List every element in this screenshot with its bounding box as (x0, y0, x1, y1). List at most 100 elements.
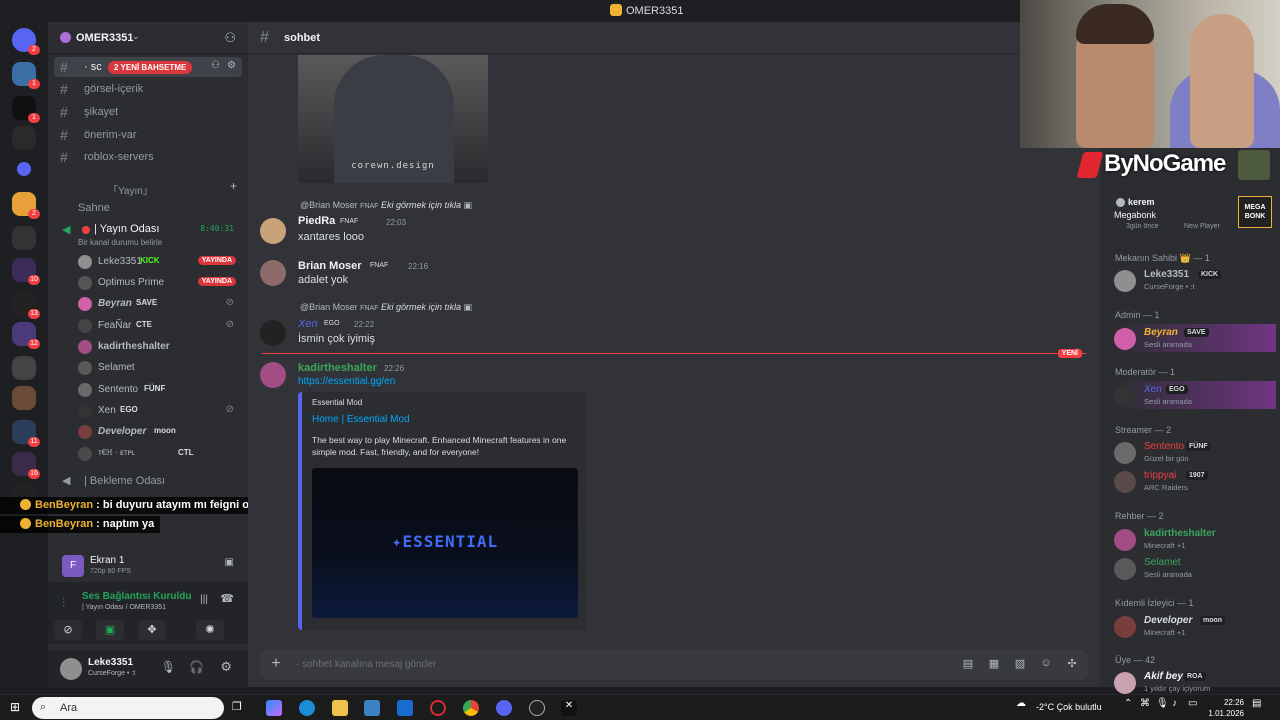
notification-icon[interactable]: ▤ (1252, 698, 1261, 709)
capcut-icon[interactable]: ✕ (561, 700, 577, 716)
voice-member[interactable]: ᴛ€ℍ · ᴇᴛᴘʟ CTL (78, 444, 242, 464)
battery-icon[interactable]: ▭ (1188, 698, 1197, 709)
member-item[interactable]: kerem Megabonk 3gün önce New Player MEGA… (1114, 194, 1276, 230)
server-icon[interactable] (12, 356, 36, 380)
noise-suppression-icon[interactable]: ||| (200, 594, 208, 605)
voice-member[interactable]: Optimus Prime YAYINDA (78, 273, 242, 293)
server-icon[interactable] (12, 126, 36, 150)
taskbar-search[interactable]: ⌕ Ara (32, 697, 224, 719)
folder-icon[interactable] (17, 162, 31, 176)
voice-category-label[interactable]: 「Yayın」 (108, 182, 153, 197)
add-channel-icon[interactable]: + (230, 179, 237, 193)
volume-icon[interactable]: ♪ (1172, 698, 1177, 709)
voice-member[interactable]: Developer moon (78, 422, 242, 442)
server-icon[interactable]: 10 (12, 258, 40, 285)
guild-header[interactable]: OMER3351 ⌄ ⚇ (48, 22, 248, 54)
voice-member[interactable]: Sentento FÜNF (78, 380, 242, 400)
mail-icon[interactable] (397, 700, 413, 716)
avatar[interactable] (260, 362, 286, 388)
gear-icon[interactable]: ⚙ (227, 60, 236, 71)
new-mentions-pill[interactable]: 2 YENİ BAHSETME (108, 61, 193, 74)
message-link[interactable]: https://essential.gg/en (298, 376, 395, 387)
embed-title[interactable]: Home | Essential Mod (312, 414, 410, 425)
invite-icon[interactable]: ⚇ (211, 60, 220, 71)
avatar[interactable] (60, 658, 82, 680)
edge-icon[interactable] (299, 700, 315, 716)
channel-onerim-var[interactable]: # önerim-var (54, 125, 242, 145)
disconnect-icon[interactable]: ☎ (220, 592, 234, 605)
stage-channel[interactable]: Sahne (78, 202, 110, 214)
channel-gorsel-icerik[interactable]: # görsel-içerik (54, 79, 242, 99)
avatar[interactable] (260, 320, 286, 346)
channel-sikayet[interactable]: # şikayet (54, 102, 242, 122)
gift-icon[interactable]: ▤ (960, 657, 976, 673)
discord-icon[interactable] (496, 700, 512, 716)
add-member-icon[interactable]: ⚇ (224, 30, 236, 46)
chevron-up-icon[interactable]: ⌃ (1124, 698, 1132, 709)
attached-image[interactable]: corewn.design (298, 55, 488, 183)
server-icon[interactable]: 12 (12, 322, 40, 349)
avatar[interactable] (260, 260, 286, 286)
voice-member[interactable]: Selamet (78, 358, 242, 378)
member-item[interactable]: Akif bey ROA 1 yıldır çay içiyorum (1114, 668, 1276, 696)
emoji-icon[interactable]: ☺ (1038, 657, 1054, 673)
network-icon[interactable]: ⌘ (1140, 698, 1150, 709)
voice-status-text[interactable]: Bir kanal durumu belirle (78, 238, 162, 247)
signal-icon[interactable]: ⫶ (62, 596, 65, 611)
taskbar-clock[interactable]: 22:26 1.01.2026 (1208, 697, 1244, 719)
member-item[interactable]: Sentento FÜNF Güzel bir gün (1114, 438, 1276, 466)
voice-member[interactable]: kadirtheshalter (78, 337, 242, 357)
weather-text[interactable]: -2°C Çok bulutlu (1036, 702, 1102, 712)
voice-connected-sub[interactable]: | Yayın Odası / OMER3351 (82, 604, 166, 611)
message-composer[interactable]: + · sohbet kanalına mesaj gönder ▤ ▦ ▧ ☺… (260, 650, 1088, 680)
stream-panel[interactable]: F Ekran 1 720p 60 FPS ▣ (48, 547, 248, 577)
screen-share-icon[interactable]: ▣ (225, 557, 234, 568)
member-item[interactable]: Developer moon Minecraft +1 (1114, 612, 1276, 640)
microphone-icon[interactable]: 🎙 (161, 660, 176, 674)
windows-start-icon[interactable]: ⊞ (10, 700, 24, 714)
avatar[interactable] (260, 218, 286, 244)
reply-context[interactable]: @Brian Moser FNAF Eki görmek için tıkla … (300, 200, 472, 211)
server-icon[interactable]: 1 (12, 62, 40, 89)
message-author[interactable]: PiedRa (298, 215, 335, 227)
member-item[interactable]: Beyran SAVE Sesli aramada (1114, 324, 1276, 352)
embed-provider[interactable]: Essential Mod (312, 398, 362, 407)
voice-channel-yayin[interactable]: ◀ | Yayın Odası 8:40:31 (54, 220, 242, 240)
obs-icon[interactable] (529, 700, 545, 716)
microphone-icon[interactable]: 🎙 (1156, 698, 1169, 709)
server-icon[interactable]: 11 (12, 420, 40, 447)
copilot-icon[interactable] (266, 700, 282, 716)
gif-icon[interactable]: ▦ (986, 657, 1002, 673)
task-view-icon[interactable]: ❐ (232, 700, 248, 716)
server-icon[interactable]: 13 (12, 292, 40, 319)
screen-share-icon[interactable]: ▣ (96, 620, 124, 640)
soundboard-icon[interactable]: ✺ (196, 620, 224, 640)
gear-icon[interactable]: ⚙ (220, 659, 232, 675)
voice-member[interactable]: Xen EGO ⊘ (78, 401, 242, 421)
apps-icon[interactable]: ✣ (1064, 657, 1080, 673)
server-icon[interactable] (12, 226, 36, 250)
member-item[interactable]: kadirtheshalter Minecraft +1 (1114, 525, 1276, 553)
voice-member[interactable]: Beyran SAVE ⊘ (78, 294, 242, 314)
opera-icon[interactable] (430, 700, 446, 716)
activities-icon[interactable]: ✥ (138, 620, 166, 640)
voice-member[interactable]: FeaÑar CTE ⊘ (78, 316, 242, 336)
server-icon[interactable]: 16 (12, 452, 40, 479)
sticker-icon[interactable]: ▧ (1012, 657, 1028, 673)
embed-image[interactable]: ✦ESSENTIAL (312, 468, 578, 618)
file-explorer-icon[interactable] (332, 700, 348, 716)
member-item[interactable]: Leke3351 KICK CurseForge • :t (1114, 266, 1276, 294)
plus-icon[interactable]: + (266, 654, 286, 674)
chrome-icon[interactable] (463, 700, 479, 716)
message-author[interactable]: Xen (298, 318, 318, 330)
member-item[interactable]: Xen EGO Sesli aramada (1114, 381, 1276, 409)
voice-channel-bekleme[interactable]: ◀ | Bekleme Odası (54, 471, 242, 491)
chevron-down-icon[interactable]: ⌄ (132, 31, 140, 42)
discord-home-icon[interactable]: 2 (12, 28, 40, 55)
channel-roblox-servers[interactable]: # roblox-servers (54, 147, 242, 167)
voice-member[interactable]: Leke3351 KICK YAYINDA (78, 252, 242, 272)
message-author[interactable]: Brian Moser (298, 260, 362, 272)
server-icon[interactable] (12, 386, 36, 410)
headphones-icon[interactable]: 🎧 (189, 660, 204, 674)
server-icon[interactable]: 1 (12, 96, 40, 123)
